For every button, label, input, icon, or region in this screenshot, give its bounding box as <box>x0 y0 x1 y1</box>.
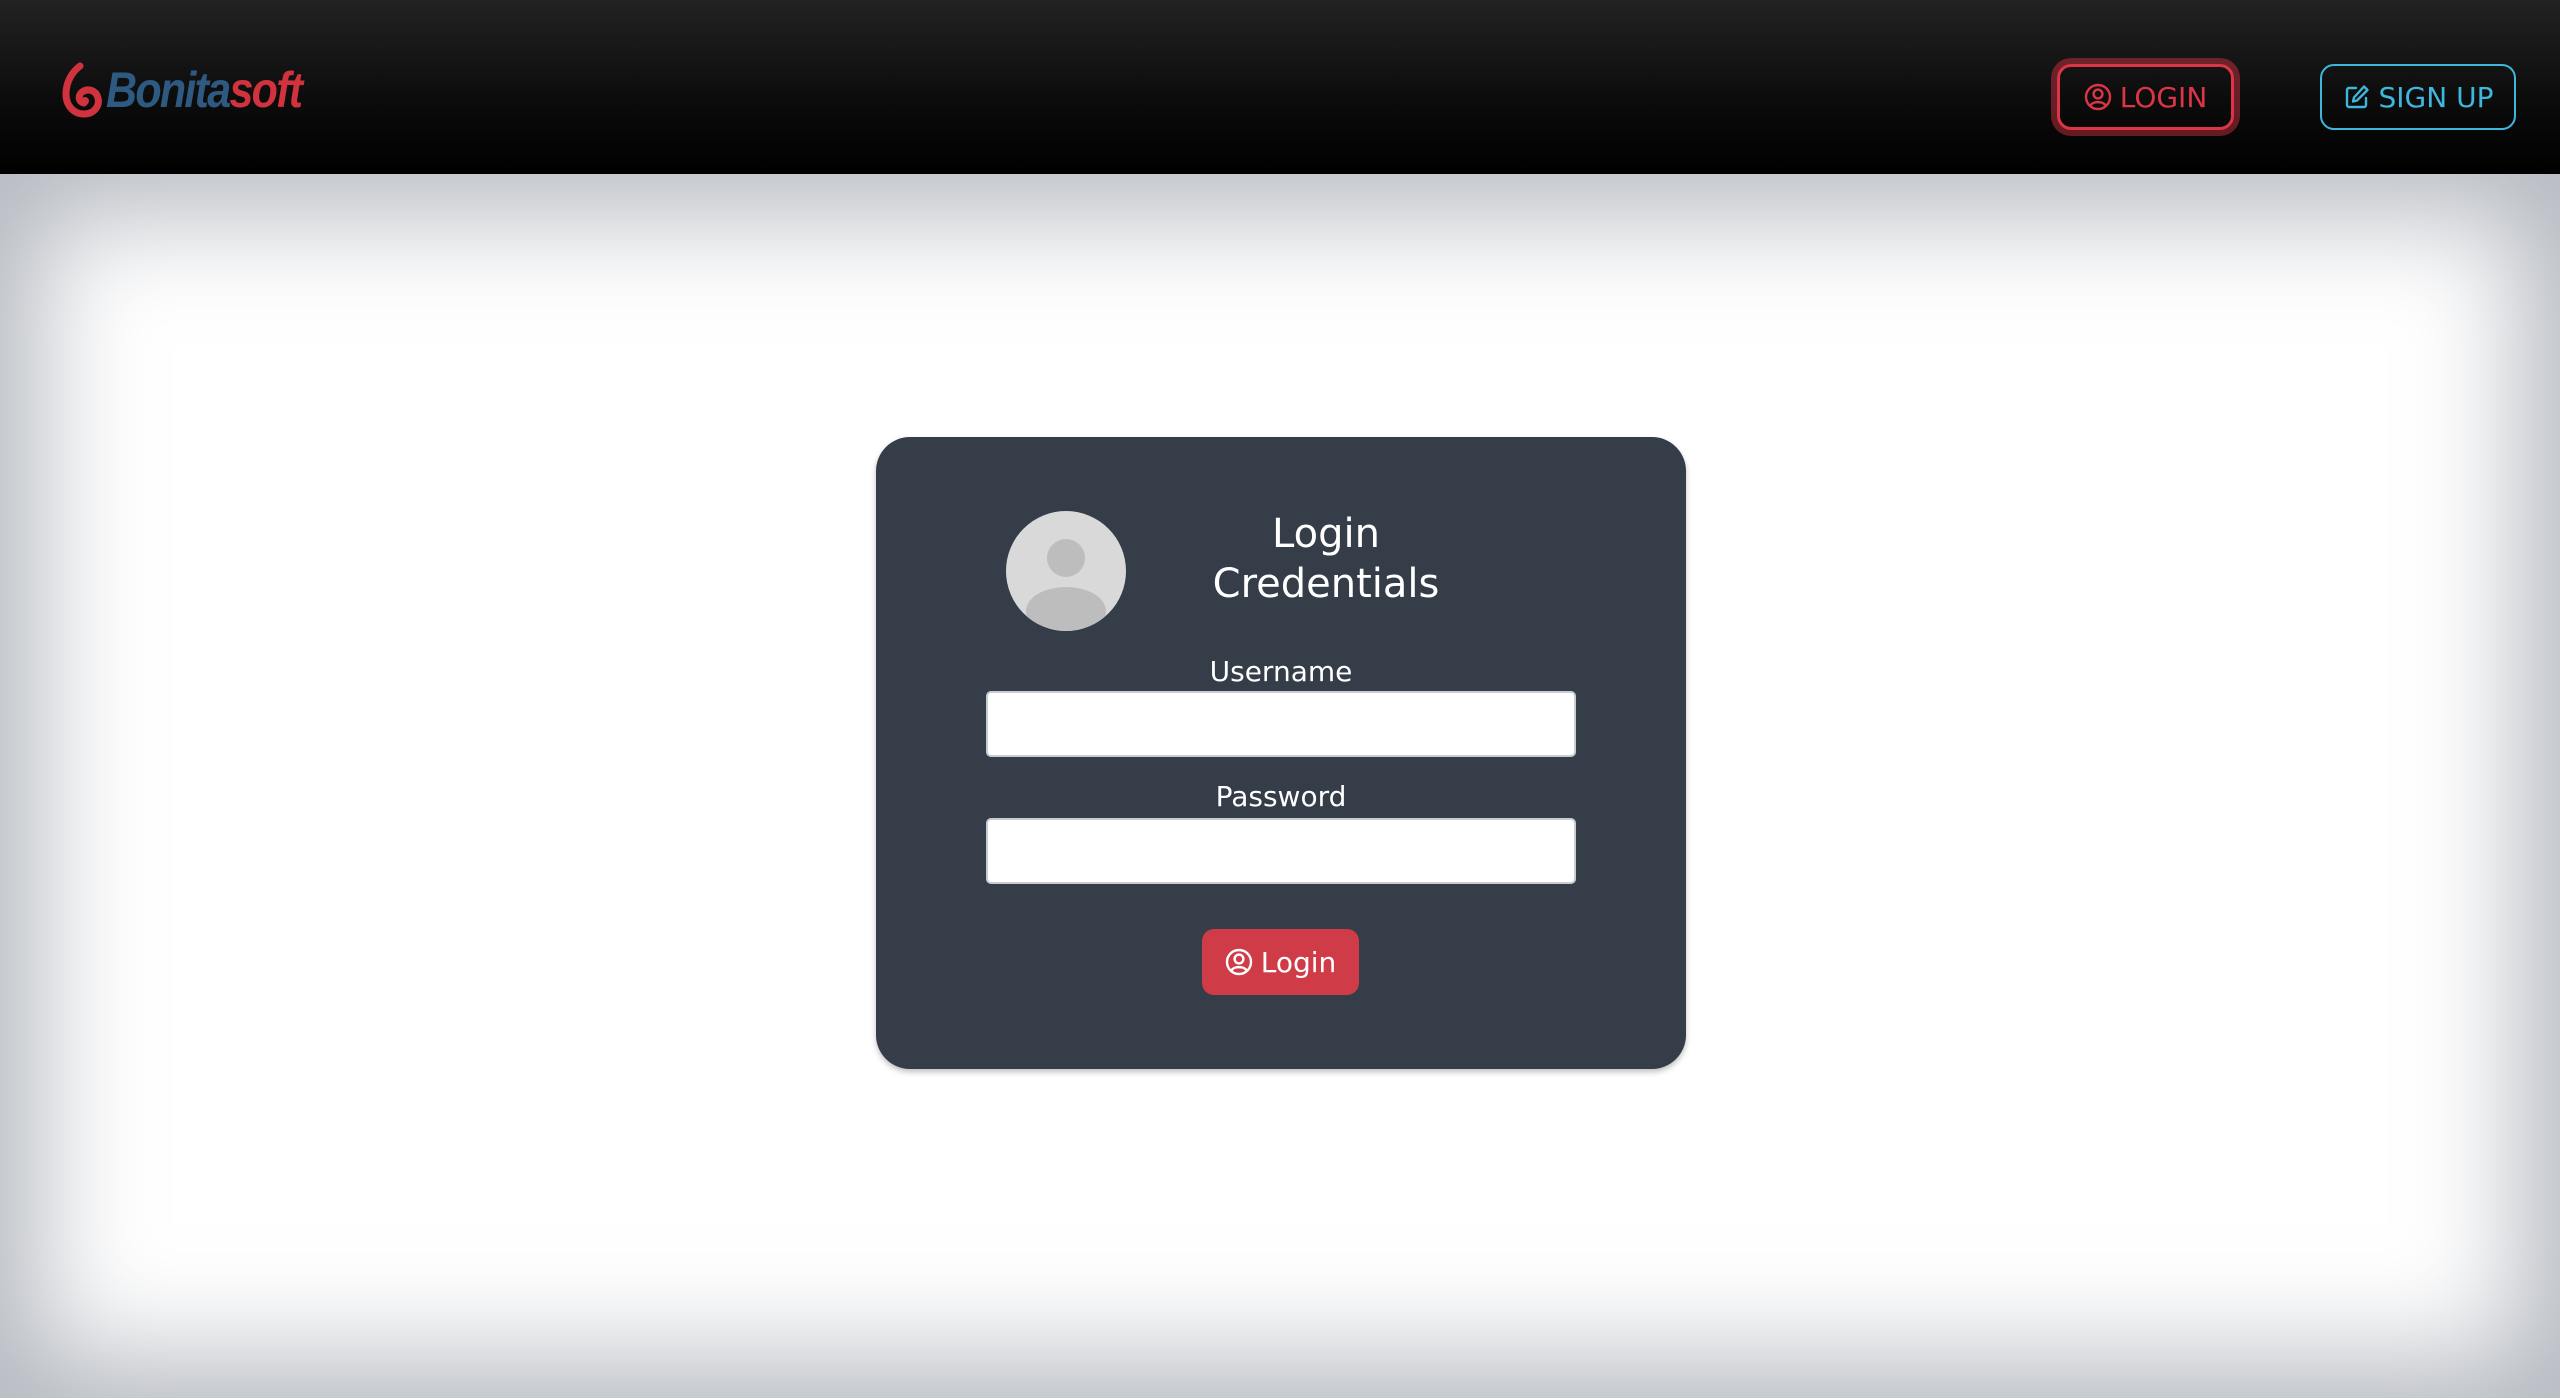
main-content: Login Credentials Username Password Logi… <box>0 174 2560 1398</box>
bonitasoft-logo[interactable]: Bonitasoft <box>58 60 333 120</box>
card-title-line1: Login <box>1272 511 1380 557</box>
login-submit-label: Login <box>1260 945 1337 979</box>
bonitasoft-logo-icon <box>62 62 102 118</box>
top-navbar: Bonitasoft LOGIN SIGN UP <box>0 0 2560 174</box>
password-input[interactable] <box>986 818 1576 884</box>
nav-login-label: LOGIN <box>2119 80 2208 114</box>
brand-wordmark: Bonitasoft <box>106 61 303 119</box>
edit-square-icon <box>2343 83 2371 111</box>
nav-login-button[interactable]: LOGIN <box>2057 64 2234 130</box>
username-label: Username <box>1209 655 1353 688</box>
card-title-line2: Credentials <box>1212 561 1440 607</box>
login-card: Login Credentials Username Password Logi… <box>876 437 1686 1069</box>
user-circle-icon <box>1225 948 1253 976</box>
brand-name-part1: Bonita <box>106 62 231 118</box>
user-circle-icon <box>2084 83 2112 111</box>
brand-name-part2: soft <box>229 62 303 118</box>
nav-signup-label: SIGN UP <box>2378 80 2494 114</box>
username-input[interactable] <box>986 691 1576 757</box>
login-submit-button[interactable]: Login <box>1202 929 1359 995</box>
nav-signup-button[interactable]: SIGN UP <box>2320 64 2516 130</box>
password-label: Password <box>1215 780 1347 813</box>
default-avatar-icon <box>1006 511 1126 631</box>
card-title: Login Credentials <box>1206 509 1446 609</box>
